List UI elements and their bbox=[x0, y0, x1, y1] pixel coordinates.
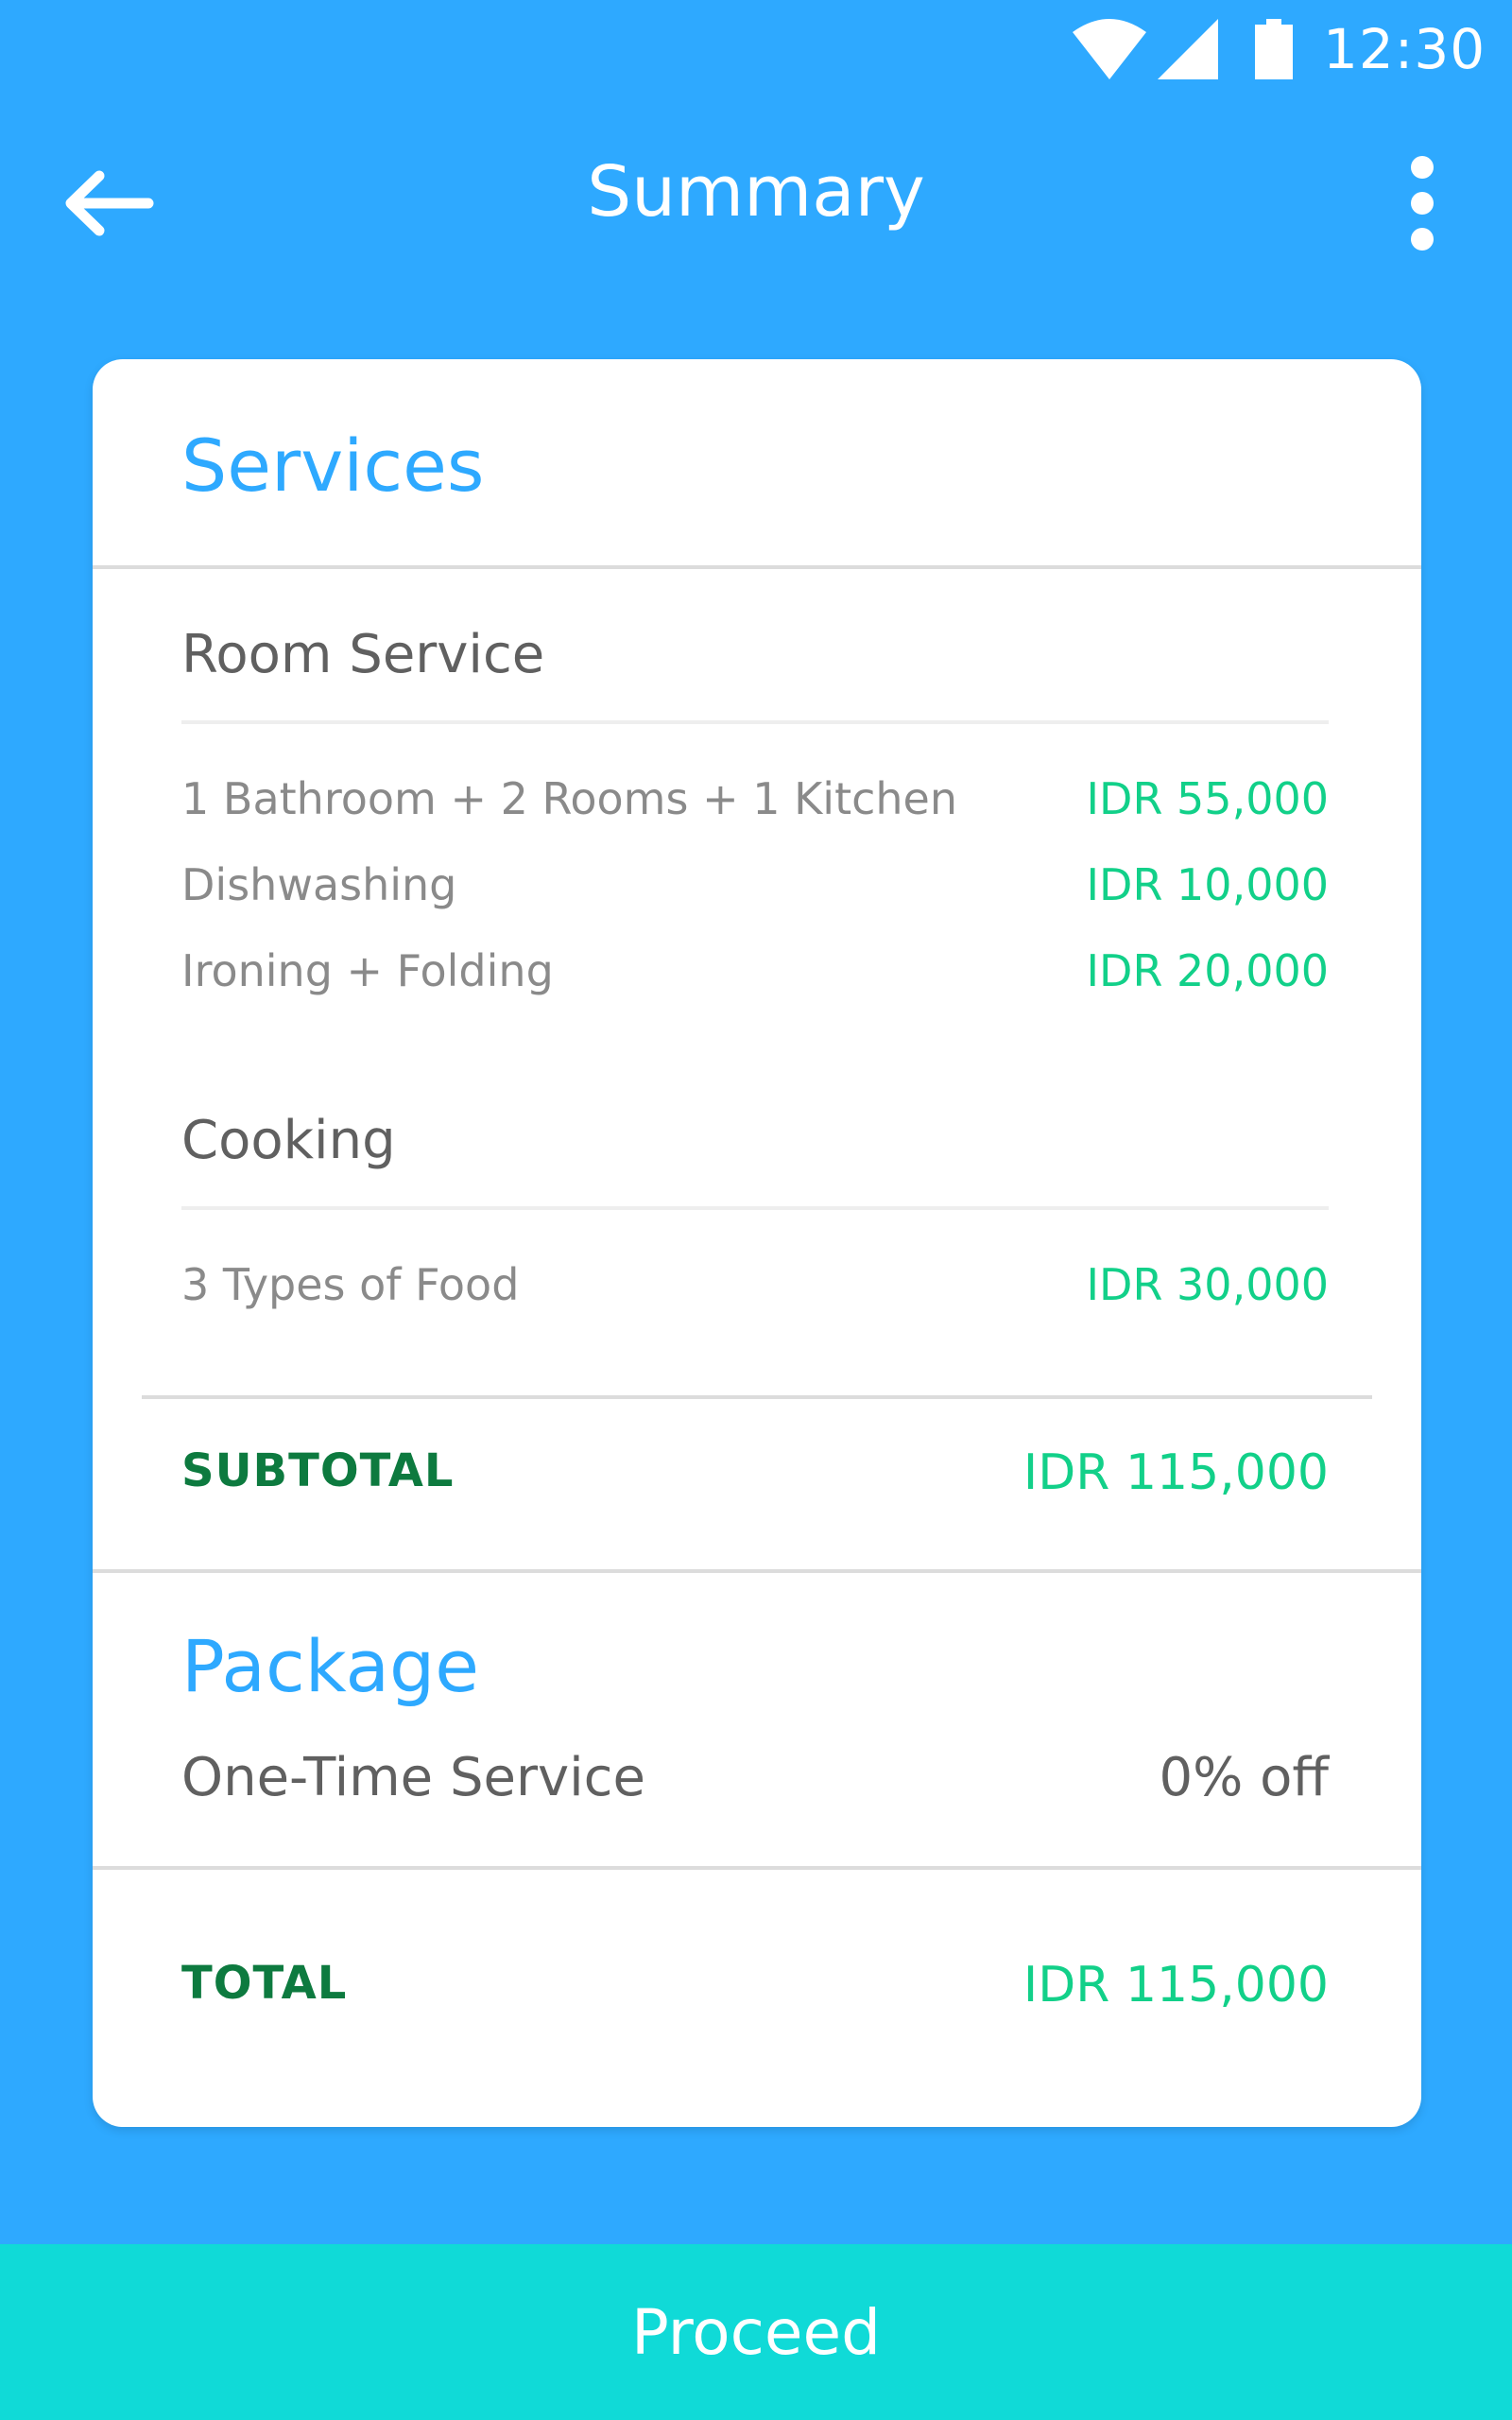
divider bbox=[93, 1866, 1421, 1870]
list-item: Ironing + Folding IDR 20,000 bbox=[181, 945, 1329, 1002]
divider bbox=[93, 565, 1421, 569]
total-value: IDR 115,000 bbox=[1022, 1957, 1329, 2014]
proceed-label: Proceed bbox=[630, 2295, 882, 2369]
subtotal-label: SUBTOTAL bbox=[181, 1444, 455, 1497]
battery-icon bbox=[1255, 19, 1293, 79]
app-bar: Summary bbox=[0, 104, 1512, 284]
subtotal-row: SUBTOTAL IDR 115,000 bbox=[181, 1444, 1329, 1511]
total-label: TOTAL bbox=[181, 1957, 348, 2010]
item-price: IDR 30,000 bbox=[1086, 1259, 1329, 1310]
package-name: One-Time Service bbox=[181, 1747, 645, 1808]
package-title: Package bbox=[181, 1624, 480, 1708]
item-price: IDR 10,000 bbox=[1086, 859, 1329, 910]
item-label: 3 Types of Food bbox=[181, 1259, 520, 1310]
signal-icon bbox=[1158, 19, 1218, 79]
list-item: 3 Types of Food IDR 30,000 bbox=[181, 1259, 1329, 1316]
divider bbox=[142, 1395, 1372, 1399]
divider bbox=[181, 1206, 1329, 1210]
total-row: TOTAL IDR 115,000 bbox=[181, 1957, 1329, 2023]
summary-card: Services Room Service 1 Bathroom + 2 Roo… bbox=[93, 359, 1421, 2127]
item-label: Dishwashing bbox=[181, 859, 457, 910]
item-price: IDR 20,000 bbox=[1086, 945, 1329, 996]
item-price: IDR 55,000 bbox=[1086, 773, 1329, 824]
proceed-button[interactable]: Proceed bbox=[0, 2244, 1512, 2420]
page-title: Summary bbox=[587, 151, 925, 233]
status-time: 12:30 bbox=[1323, 17, 1486, 81]
list-item: Dishwashing IDR 10,000 bbox=[181, 859, 1329, 916]
package-discount: 0% off bbox=[1159, 1747, 1329, 1808]
group-title-cooking: Cooking bbox=[181, 1110, 396, 1171]
subtotal-value: IDR 115,000 bbox=[1022, 1444, 1329, 1501]
list-item: 1 Bathroom + 2 Rooms + 1 Kitchen IDR 55,… bbox=[181, 773, 1329, 830]
package-row: One-Time Service 0% off bbox=[181, 1747, 1329, 1813]
divider bbox=[181, 720, 1329, 724]
services-title: Services bbox=[181, 424, 485, 508]
item-label: 1 Bathroom + 2 Rooms + 1 Kitchen bbox=[181, 773, 958, 824]
wifi-icon bbox=[1073, 19, 1146, 79]
group-title-room-service: Room Service bbox=[181, 624, 545, 685]
more-vertical-icon bbox=[1411, 156, 1434, 251]
status-bar: 12:30 bbox=[0, 0, 1512, 104]
more-options-button[interactable] bbox=[1389, 142, 1455, 265]
divider bbox=[93, 1569, 1421, 1573]
item-label: Ironing + Folding bbox=[181, 945, 554, 996]
